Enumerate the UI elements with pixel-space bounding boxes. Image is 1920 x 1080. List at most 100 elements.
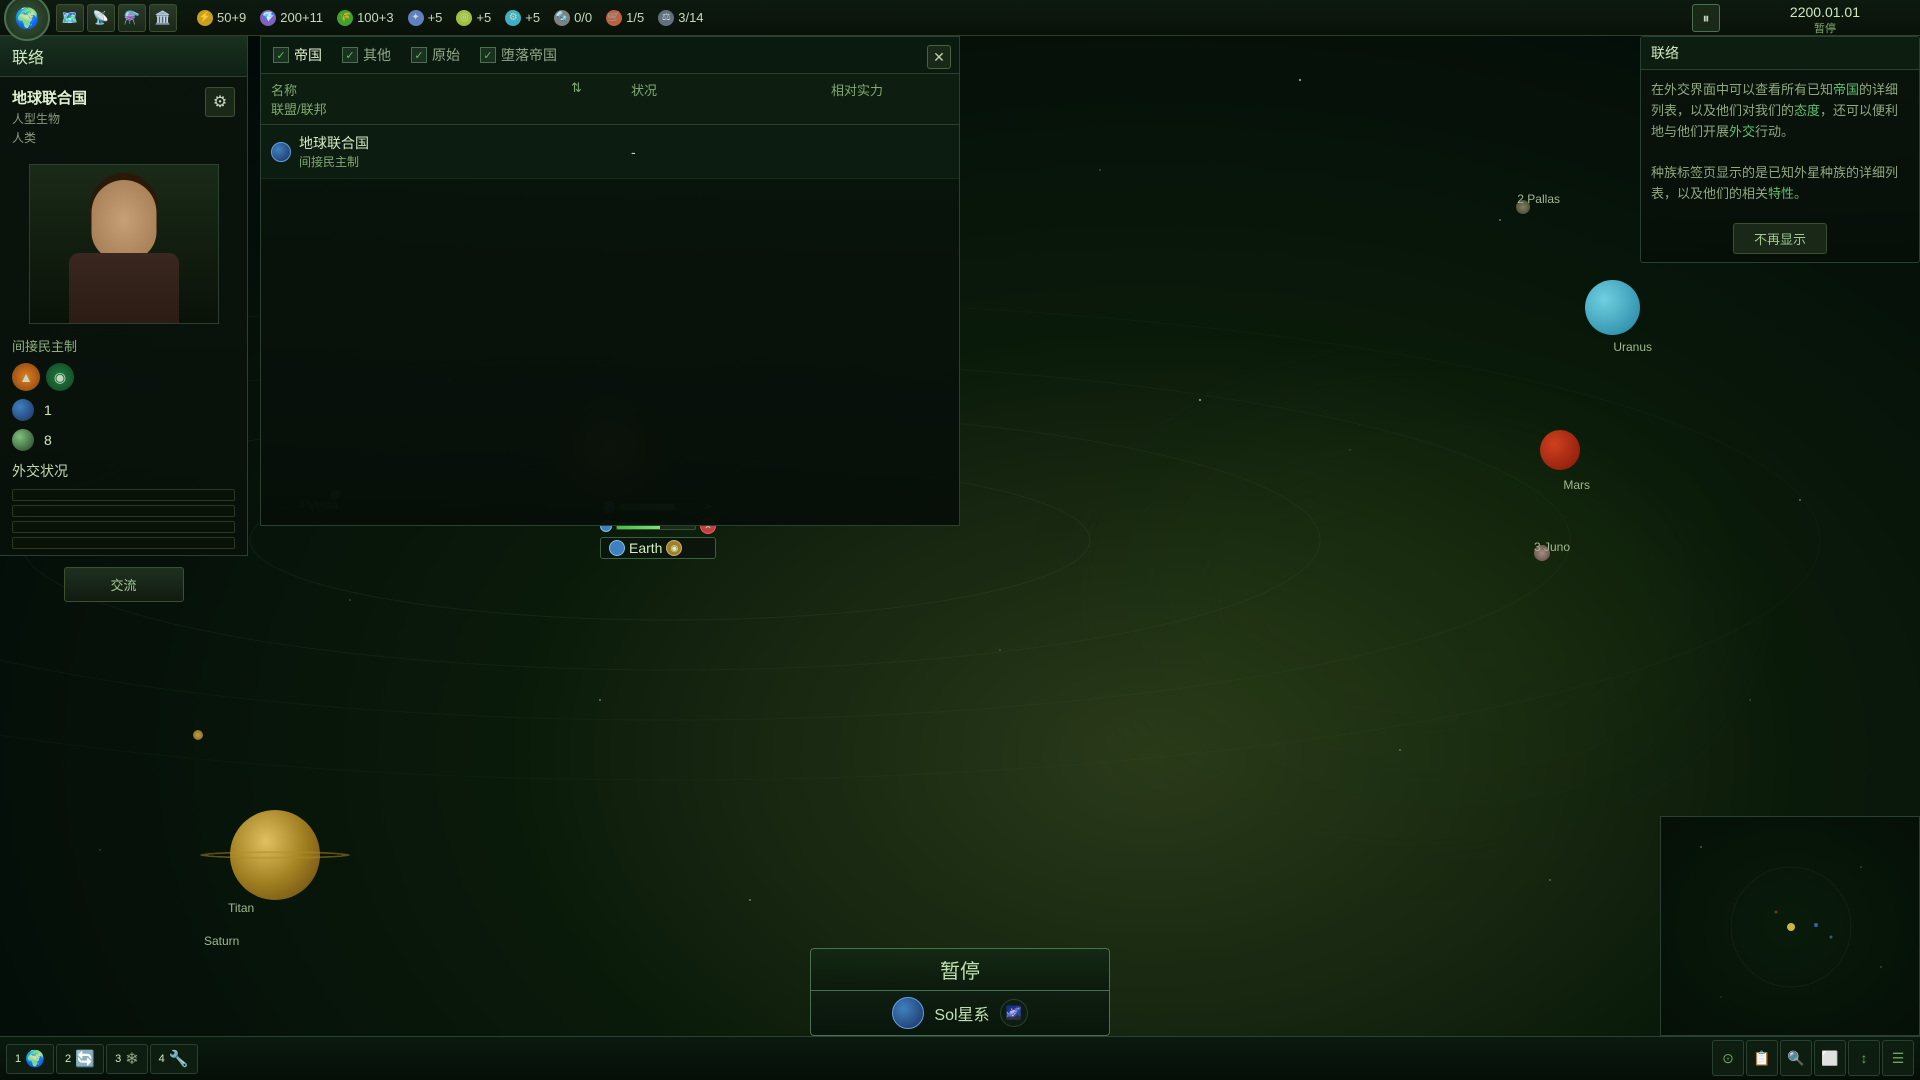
tech-icon: ⚙ [505,10,521,26]
tech-value: +5 [525,10,540,25]
bottom-tab-1[interactable]: 1 🌍 [6,1044,54,1074]
date-display: 2200.01.01 暂停 [1790,4,1860,36]
system-info-btn[interactable]: 🌌 [1000,999,1028,1027]
influence-resource: ✦ +5 [408,10,443,26]
panel-title-text: 联络 [12,50,44,67]
topbar-tech-btn[interactable]: 📡 [87,4,115,32]
minimap-area[interactable] [1660,816,1920,1036]
system-icon[interactable] [892,997,924,1029]
alloys-resource: 🔩 0/0 [554,10,592,26]
col-status: 状况 [631,80,831,99]
diplo-bar-1 [12,489,235,501]
minerals-icon: 💎 [260,10,276,26]
empire-icon-btn[interactable]: 🌍 [4,0,50,41]
dialog-tabs: ✓ 帝国 ✓ 其他 ✓ 原始 ✓ 堕落帝国 ✕ [261,37,959,74]
planet-small-icon [12,399,34,421]
empire-row-gov: 间接民主制 [299,153,369,170]
tech-resource: ⚙ +5 [505,10,540,26]
mars-planet[interactable] [1540,430,1580,470]
influence-value: +5 [428,10,443,25]
bottom-bar: 1 🌍 2 🔄 3 ❄ 4 🔧 ⊙ 📋 🔍 ⬜ ↕ ☰ [0,1036,1920,1080]
topbar-policy-btn[interactable]: 🏛️ [149,4,177,32]
bottom-tab-2[interactable]: 2 🔄 [56,1044,104,1074]
diplo-title: 外交状况 [12,461,235,481]
table-row[interactable]: 地球联合国 间接民主制 - [261,125,959,179]
empire-row-details: 地球联合国 间接民主制 [299,133,369,170]
pause-label: 暂停 [940,961,980,983]
tab-empire-checkbox[interactable]: ✓ [273,47,289,63]
energy-icon: ⚡ [197,10,213,26]
empire-avatar [29,164,219,324]
panel-title: 联络 [0,36,247,77]
row-status-cell: - [631,144,831,160]
tab-other[interactable]: ✓ 其他 [342,45,391,65]
dialog-close-btn[interactable]: ✕ [927,45,951,69]
minimap-content [1661,817,1919,1035]
bottom-right-toolbar: ⊙ 📋 🔍 ⬜ ↕ ☰ [1706,1036,1920,1080]
tab-icon-4: 🔧 [169,1049,189,1069]
earth-flag-icon [609,540,625,556]
unity-value: +5 [476,10,491,25]
date-value: 2200.01.01 [1790,4,1860,20]
tab-fallen-label: 堕落帝国 [501,45,557,65]
empire-settings-btn[interactable]: ⚙ [205,87,235,117]
info-box-title-text: 联络 [1651,45,1679,61]
food-resource: 🌾 100+3 [337,10,394,26]
system-bar: Sol星系 🌌 [810,990,1110,1036]
tab-icon-2: 🔄 [75,1049,95,1069]
bottom-tab-4[interactable]: 4 🔧 [150,1044,198,1074]
titan-label: Titan [228,901,254,915]
minimap-btn-3[interactable]: 🔍 [1780,1040,1812,1076]
avatar-figure [30,165,218,323]
bottom-tab-3[interactable]: 3 ❄ [106,1044,148,1074]
ethic-icon-1: ▲ [12,363,40,391]
info-text-1: 在外交界面中可以查看所有已知帝国的详细列表，以及他们对我们的态度，还可以便利地与… [1651,80,1909,142]
col-name: 名称 [271,80,571,99]
diplo-bar-3 [12,521,235,533]
minimap-btn-1[interactable]: ⊙ [1712,1040,1744,1076]
influence-icon: ✦ [408,10,424,26]
tab-empire[interactable]: ✓ 帝国 [273,45,322,65]
ethic-icon-2: ◉ [46,363,74,391]
col-power: 相对实力 [831,80,981,99]
minimap-btn-4[interactable]: ⬜ [1814,1040,1846,1076]
resource-group: ⚡ 50+9 💎 200+11 🌾 100+3 ✦ +5 ◎ +5 ⚙ +5 🔩… [187,10,714,26]
pause-button[interactable]: ⏸ [1692,4,1720,32]
topbar-research-btn[interactable]: ⚗️ [118,4,146,32]
minimap-btn-6[interactable]: ☰ [1882,1040,1914,1076]
exchange-button[interactable]: 交流 [64,567,184,602]
tab-num-4: 4 [159,1053,165,1065]
topbar: 🌍 🗺️ 📡 ⚗️ 🏛️ ⚡ 50+9 💎 200+11 🌾 100+3 ✦ +… [0,0,1920,36]
minimap-svg [1661,817,1920,1037]
diplo-bar-4 [12,537,235,549]
titan-dot[interactable] [193,730,203,740]
empire-flag-icon [271,142,291,162]
avatar-head [91,180,156,260]
empire-type2: 人类 [12,129,87,146]
saturn-planet[interactable] [230,810,320,900]
minimap-btn-2[interactable]: 📋 [1746,1040,1778,1076]
consumer-value: 1/5 [626,10,644,25]
tab-primitive-checkbox[interactable]: ✓ [411,47,427,63]
tab-fallen[interactable]: ✓ 堕落帝国 [480,45,557,65]
tab-fallen-checkbox[interactable]: ✓ [480,47,496,63]
col-sort[interactable]: ⇅ [571,80,631,99]
uranus-planet[interactable] [1585,280,1640,335]
stability-icon: ⚖ [658,10,674,26]
tab-num-3: 3 [115,1053,121,1065]
tab-num-2: 2 [65,1053,71,1065]
minerals-resource: 💎 200+11 [260,10,323,26]
empire-info: 地球联合国 人型生物 人类 ⚙ [0,77,247,156]
tab-icon-3: ❄ [125,1049,138,1069]
tab-other-checkbox[interactable]: ✓ [342,47,358,63]
empire-type1: 人型生物 [12,110,87,127]
date-sub: 暂停 [1790,20,1860,36]
minimap-btn-5[interactable]: ↕ [1848,1040,1880,1076]
topbar-map-btn[interactable]: 🗺️ [56,4,84,32]
tab-primitive[interactable]: ✓ 原始 [411,45,460,65]
no-show-button[interactable]: 不再显示 [1733,223,1827,254]
info-box-content: 在外交界面中可以查看所有已知帝国的详细列表，以及他们对我们的态度，还可以便利地与… [1641,70,1919,215]
tab-primitive-label: 原始 [432,45,460,65]
earth-label[interactable]: Earth ◉ [600,537,716,559]
juno-label: 3 Juno [1534,540,1570,554]
